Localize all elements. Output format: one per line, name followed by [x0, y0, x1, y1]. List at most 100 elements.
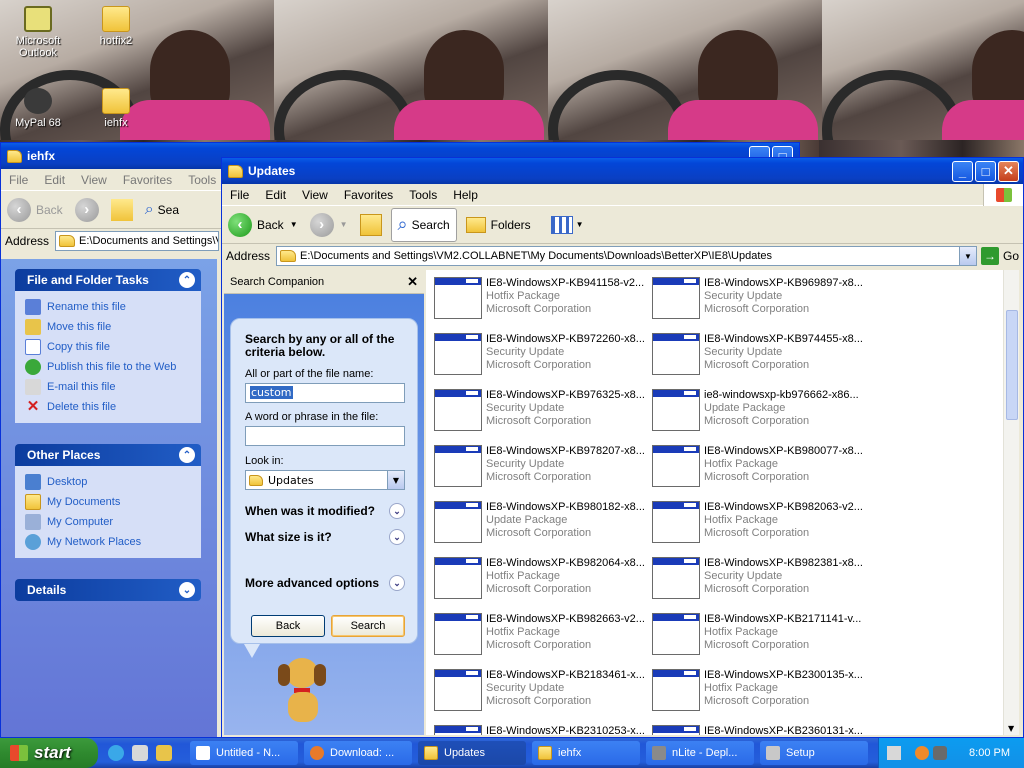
- task-email[interactable]: E-mail this file: [25, 377, 191, 397]
- forward-button[interactable]: › ▼: [304, 208, 354, 242]
- place-desktop[interactable]: Desktop: [25, 472, 191, 492]
- taskbar-button-active[interactable]: Updates: [418, 741, 526, 765]
- menu-tools[interactable]: Tools: [180, 173, 224, 187]
- back-button[interactable]: ‹ Back ▼: [222, 208, 304, 242]
- place-my-network[interactable]: My Network Places: [25, 532, 191, 552]
- up-button[interactable]: [105, 193, 139, 227]
- file-item[interactable]: IE8-WindowsXP-KB982663-v2... Hotfix Packa…: [434, 613, 652, 661]
- lookin-select[interactable]: Updates ▼: [245, 470, 405, 490]
- menu-file[interactable]: File: [1, 173, 36, 187]
- modified-option[interactable]: When was it modified? ⌄: [245, 503, 405, 519]
- task-publish[interactable]: Publish this file to the Web: [25, 357, 191, 377]
- desktop-icon-mypal[interactable]: MyPal 68: [0, 88, 76, 129]
- vertical-scrollbar[interactable]: ▼: [1003, 270, 1019, 735]
- close-pane-icon[interactable]: ✕: [407, 274, 418, 290]
- up-button[interactable]: [354, 208, 388, 242]
- file-folder-tasks-header[interactable]: File and Folder Tasks ⌃: [15, 269, 201, 291]
- place-my-documents[interactable]: My Documents: [25, 492, 191, 512]
- menu-tools[interactable]: Tools: [401, 188, 445, 202]
- desktop-icon-hotfix2[interactable]: hotfix2: [78, 6, 154, 47]
- address-field[interactable]: E:\Documents and Settings\VM2.COLLABNET\…: [276, 246, 977, 266]
- tray-app-icon[interactable]: [915, 746, 929, 760]
- file-item[interactable]: IE8-WindowsXP-KB2310253-x...: [434, 725, 652, 735]
- filename-input[interactable]: custom: [245, 383, 405, 403]
- collapse-chevron-icon[interactable]: ⌃: [179, 447, 195, 463]
- file-item[interactable]: IE8-WindowsXP-KB2183461-x... Security Upd…: [434, 669, 652, 717]
- details-header[interactable]: Details ⌄: [15, 579, 201, 601]
- taskbar-button[interactable]: Setup: [760, 741, 868, 765]
- place-my-computer[interactable]: My Computer: [25, 512, 191, 532]
- search-button[interactable]: ⌕ Sea: [139, 193, 185, 227]
- phrase-input[interactable]: [245, 426, 405, 446]
- sc-search-button[interactable]: Search: [331, 615, 405, 637]
- task-delete[interactable]: ✕ Delete this file: [25, 397, 191, 417]
- search-dog-icon[interactable]: [276, 658, 328, 728]
- back-dropdown-icon[interactable]: ▼: [290, 220, 298, 229]
- quicklaunch-icon[interactable]: [132, 745, 148, 761]
- minimize-button[interactable]: _: [952, 160, 973, 182]
- address-field[interactable]: E:\Documents and Settings\VM: [55, 231, 219, 251]
- other-places-header[interactable]: Other Places ⌃: [15, 444, 201, 466]
- address-dropdown-icon[interactable]: ▼: [958, 247, 976, 265]
- advanced-option[interactable]: More advanced options ⌄: [245, 575, 405, 591]
- file-item[interactable]: IE8-WindowsXP-KB969897-x8... Security Upd…: [652, 277, 870, 325]
- keyboard-icon[interactable]: [887, 746, 901, 760]
- taskbar-button[interactable]: nLite - Depl...: [646, 741, 754, 765]
- file-item[interactable]: IE8-WindowsXP-KB982064-x8... Hotfix Packa…: [434, 557, 652, 605]
- clock[interactable]: 8:00 PM: [969, 747, 1010, 759]
- menu-help[interactable]: Help: [445, 188, 486, 202]
- task-rename[interactable]: Rename this file: [25, 297, 191, 317]
- ie-quicklaunch-icon[interactable]: [108, 745, 124, 761]
- expand-chevron-icon[interactable]: ⌄: [179, 582, 195, 598]
- file-item[interactable]: ie8-windowsxp-kb976662-x86... Update Pack…: [652, 389, 870, 437]
- task-copy[interactable]: Copy this file: [25, 337, 191, 357]
- expand-chevron-icon[interactable]: ⌄: [389, 575, 405, 591]
- expand-chevron-icon[interactable]: ⌄: [389, 529, 405, 545]
- close-button[interactable]: ✕: [998, 160, 1019, 182]
- menu-view[interactable]: View: [294, 188, 336, 202]
- size-option[interactable]: What size is it? ⌄: [245, 529, 405, 545]
- file-item[interactable]: IE8-WindowsXP-KB2171141-v... Hotfix Packa…: [652, 613, 870, 661]
- task-label: Copy this file: [47, 341, 110, 353]
- menu-edit[interactable]: Edit: [257, 188, 294, 202]
- scroll-down-arrow-icon[interactable]: ▼: [1008, 724, 1014, 733]
- collapse-chevron-icon[interactable]: ⌃: [179, 272, 195, 288]
- search-button[interactable]: ⌕ Search: [390, 207, 457, 242]
- volume-icon[interactable]: [933, 746, 947, 760]
- file-item[interactable]: IE8-WindowsXP-KB972260-x8... Security Upd…: [434, 333, 652, 381]
- file-item[interactable]: IE8-WindowsXP-KB980077-x8... Hotfix Packa…: [652, 445, 870, 493]
- file-item[interactable]: IE8-WindowsXP-KB978207-x8... Security Upd…: [434, 445, 652, 493]
- menu-favorites[interactable]: Favorites: [336, 188, 401, 202]
- updates-titlebar[interactable]: Updates _ □ ✕: [222, 158, 1023, 184]
- expand-chevron-icon[interactable]: ⌄: [389, 503, 405, 519]
- task-move[interactable]: Move this file: [25, 317, 191, 337]
- menu-file[interactable]: File: [222, 188, 257, 202]
- file-item[interactable]: IE8-WindowsXP-KB976325-x8... Security Upd…: [434, 389, 652, 437]
- menu-favorites[interactable]: Favorites: [115, 173, 180, 187]
- file-item[interactable]: IE8-WindowsXP-KB982063-v2... Hotfix Packa…: [652, 501, 870, 549]
- menu-view[interactable]: View: [73, 173, 115, 187]
- taskbar-button[interactable]: Untitled - N...: [190, 741, 298, 765]
- folders-button[interactable]: Folders: [460, 208, 537, 242]
- forward-button[interactable]: ›: [69, 193, 105, 227]
- menu-edit[interactable]: Edit: [36, 173, 73, 187]
- views-button[interactable]: ▼: [545, 208, 590, 242]
- file-item[interactable]: IE8-WindowsXP-KB2300135-x... Hotfix Packa…: [652, 669, 870, 717]
- lookin-dropdown-icon[interactable]: ▼: [387, 471, 404, 489]
- go-button[interactable]: → Go: [980, 247, 1019, 265]
- show-desktop-icon[interactable]: [156, 745, 172, 761]
- scrollbar-thumb[interactable]: [1006, 310, 1018, 420]
- file-item[interactable]: IE8-WindowsXP-KB980182-x8... Update Packa…: [434, 501, 652, 549]
- file-item[interactable]: IE8-WindowsXP-KB974455-x8... Security Upd…: [652, 333, 870, 381]
- maximize-button[interactable]: □: [975, 160, 996, 182]
- taskbar-button[interactable]: iehfx: [532, 741, 640, 765]
- sc-back-button[interactable]: Back: [251, 615, 325, 637]
- desktop-icon-outlook[interactable]: Microsoft Outlook: [0, 6, 76, 59]
- file-item[interactable]: IE8-WindowsXP-KB2360131-x...: [652, 725, 870, 735]
- desktop-icon-iehfx[interactable]: iehfx: [78, 88, 154, 129]
- start-button[interactable]: start: [0, 738, 98, 768]
- file-item[interactable]: IE8-WindowsXP-KB941158-v2... Hotfix Packa…: [434, 277, 652, 325]
- taskbar-button[interactable]: Download: ...: [304, 741, 412, 765]
- back-button[interactable]: ‹ Back: [1, 193, 69, 227]
- file-item[interactable]: IE8-WindowsXP-KB982381-x8... Security Upd…: [652, 557, 870, 605]
